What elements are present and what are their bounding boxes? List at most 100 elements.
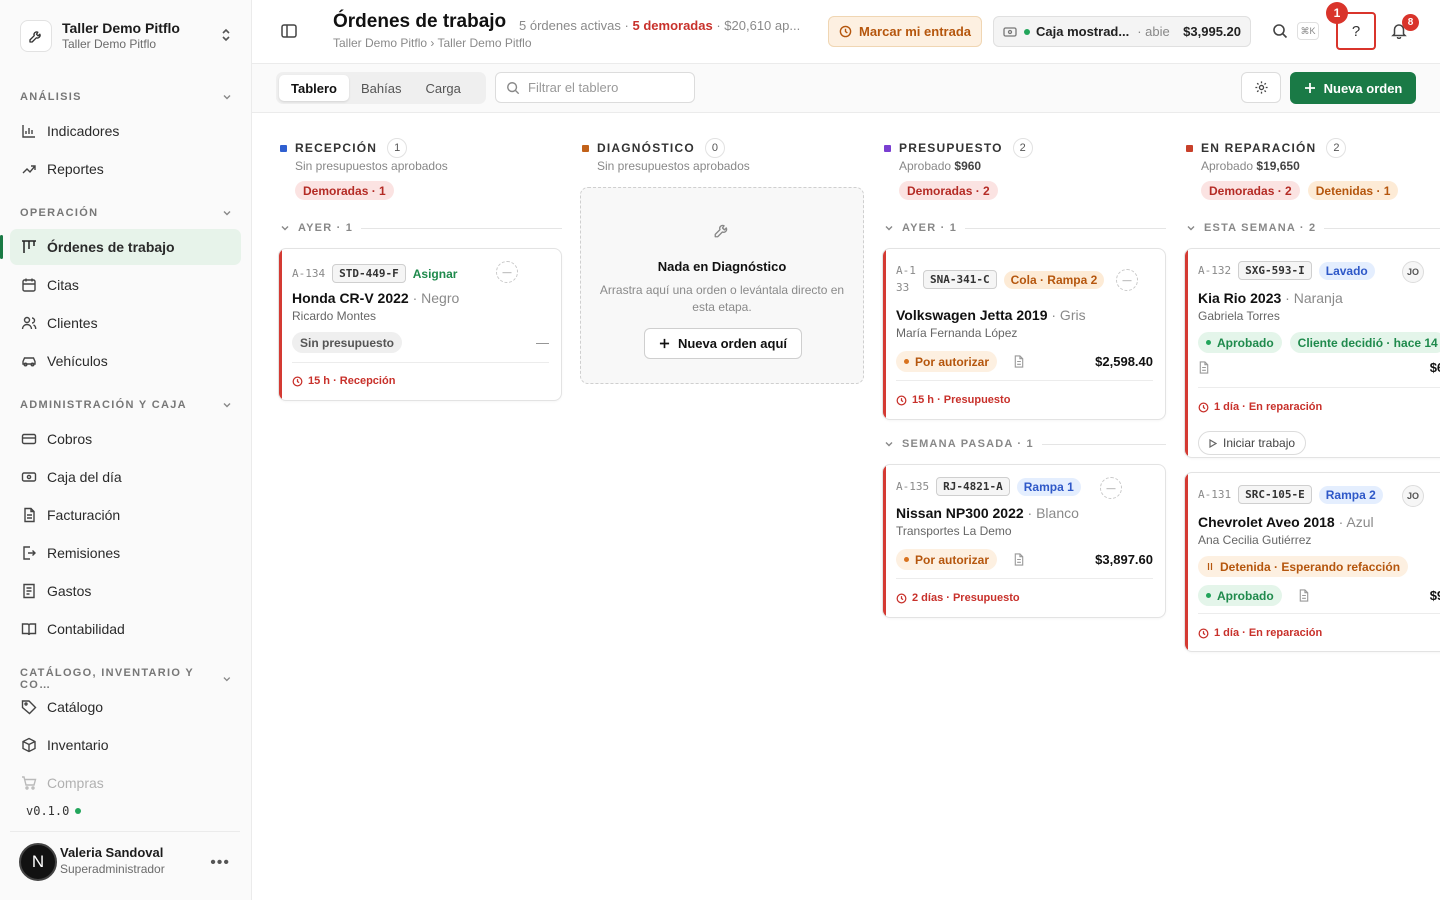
order-card[interactable]: A-132 SXG-593-I Lavado JO Kia Rio 2023 ·… bbox=[1184, 248, 1440, 458]
badge-label: Aprobado bbox=[1217, 588, 1274, 603]
avatar: N bbox=[19, 842, 57, 881]
new-order-button[interactable]: Nueva orden bbox=[1290, 72, 1416, 104]
start-work-button[interactable]: Iniciar trabajo bbox=[1198, 431, 1307, 455]
tab-bahias[interactable]: Bahías bbox=[349, 75, 413, 101]
filter-input[interactable] bbox=[528, 80, 678, 95]
document-icon[interactable] bbox=[1013, 553, 1025, 566]
order-card[interactable]: A-131 SRC-105-E Rampa 2 JO Chevrolet Ave… bbox=[1184, 472, 1440, 652]
badge-label: Por autorizar bbox=[915, 354, 990, 369]
sidebar-item-reportes[interactable]: Reportes bbox=[10, 151, 241, 187]
group-header[interactable]: ESTA SEMANA · 2 bbox=[1186, 222, 1440, 234]
card-top-row: A-134 STD-449-F Asignar bbox=[292, 264, 457, 283]
sidebar-item-compras[interactable]: Compras bbox=[10, 765, 241, 801]
order-card[interactable]: A-133 SNA-341-C Cola · Rampa 2 — Volkswa… bbox=[882, 248, 1166, 420]
group-header[interactable]: SEMANA PASADA · 1 bbox=[884, 438, 1166, 450]
held-pill[interactable]: Detenidas · 1 bbox=[1307, 181, 1399, 200]
open-status-dot bbox=[1024, 28, 1030, 35]
group-label: SEMANA PASADA · 1 bbox=[902, 438, 1034, 450]
register-amount: $3,995.20 bbox=[1183, 24, 1241, 39]
sidebar-item-citas[interactable]: Citas bbox=[10, 267, 241, 303]
column-header: PRESUPUESTO 2 bbox=[884, 138, 1033, 158]
delayed-pill[interactable]: Demoradas · 2 bbox=[1201, 181, 1300, 200]
stage-color-marker bbox=[1186, 144, 1193, 152]
chevron-up-down-icon bbox=[220, 27, 232, 46]
order-card[interactable]: A-134 STD-449-F Asignar — Honda CR-V 202… bbox=[278, 248, 562, 401]
register-status: · abie bbox=[1137, 24, 1170, 39]
sidebar-item-remisiones[interactable]: Remisiones bbox=[10, 535, 241, 571]
cash-register-selector[interactable]: Caja mostrad... · abie $3,995.20 bbox=[993, 16, 1251, 47]
section-catalogo[interactable]: CATÁLOGO, INVENTARIO Y CO… bbox=[20, 667, 232, 691]
delayed-pill[interactable]: Demoradas · 1 bbox=[295, 181, 394, 200]
document-icon[interactable] bbox=[1198, 361, 1210, 374]
delayed-pill[interactable]: Demoradas · 2 bbox=[899, 181, 998, 200]
org-subtitle: Taller Demo Pitflo bbox=[62, 37, 157, 52]
assignee-avatar[interactable]: JO bbox=[1402, 261, 1424, 283]
approved-label: Aprobado bbox=[1201, 159, 1254, 173]
section-administracion[interactable]: ADMINISTRACIÓN Y CAJA bbox=[20, 399, 232, 411]
group-header[interactable]: AYER · 1 bbox=[280, 222, 562, 234]
section-analisis[interactable]: ANÁLISIS bbox=[20, 91, 232, 103]
more-icon[interactable]: ••• bbox=[210, 854, 230, 872]
assignee-placeholder-icon[interactable]: — bbox=[496, 261, 518, 283]
chevron-down-icon bbox=[223, 677, 231, 682]
vehicle-color: · Azul bbox=[1338, 514, 1374, 530]
empty-dropzone[interactable]: Nada en Diagnóstico Arrastra aquí una or… bbox=[580, 187, 864, 384]
document-icon[interactable] bbox=[1298, 589, 1310, 602]
column-subtitle: Aprobado $960 bbox=[899, 159, 981, 173]
notification-badge: 8 bbox=[1402, 14, 1419, 31]
column-count: 1 bbox=[387, 138, 408, 158]
vehicle-model: Nissan NP300 2022 bbox=[896, 505, 1024, 521]
section-title: ANÁLISIS bbox=[20, 91, 82, 103]
sidebar-item-vehiculos[interactable]: Vehículos bbox=[10, 343, 241, 379]
kanban-icon bbox=[20, 238, 38, 256]
sidebar-item-inventario[interactable]: Inventario bbox=[10, 727, 241, 763]
sidebar-item-catalogo[interactable]: Catálogo bbox=[10, 689, 241, 725]
page-header: Órdenes de trabajo 5 órdenes activas · 5… bbox=[252, 0, 1440, 64]
divider bbox=[896, 380, 1153, 381]
sidebar-item-clientes[interactable]: Clientes bbox=[10, 305, 241, 341]
approved-amount: $19,650 bbox=[1256, 159, 1300, 173]
wrench-icon bbox=[714, 224, 728, 238]
assignee-placeholder-icon[interactable]: — bbox=[1100, 477, 1122, 499]
board-filter[interactable] bbox=[495, 72, 695, 103]
column-subtitle: Sin presupuestos aprobados bbox=[295, 159, 448, 173]
user-menu[interactable]: N Valeria Sandoval Superadministrador ••… bbox=[10, 831, 240, 891]
order-code: A-133 bbox=[896, 264, 916, 294]
empty-title: Nada en Diagnóstico bbox=[657, 259, 787, 274]
version-text: v0.1.0 bbox=[26, 804, 70, 818]
clock-icon bbox=[292, 376, 303, 386]
sidebar-item-ordenes[interactable]: Órdenes de trabajo bbox=[0, 229, 241, 265]
card-top-row: A-131 SRC-105-E Rampa 2 bbox=[1198, 485, 1383, 504]
board-settings-button[interactable] bbox=[1241, 72, 1281, 103]
status-dot bbox=[1206, 340, 1211, 345]
vehicle-name: Volkswagen Jetta 2019 · Gris bbox=[896, 307, 1086, 323]
org-switcher[interactable]: Taller Demo Pitflo Taller Demo Pitflo bbox=[10, 10, 242, 62]
sidebar-item-cobros[interactable]: Cobros bbox=[10, 421, 241, 457]
clock-icon bbox=[1198, 402, 1209, 412]
document-icon[interactable] bbox=[1013, 355, 1025, 368]
search-icon[interactable] bbox=[1272, 23, 1288, 42]
sidebar-item-facturacion[interactable]: Facturación bbox=[10, 497, 241, 533]
vehicle-model: Volkswagen Jetta 2019 bbox=[896, 307, 1048, 323]
assignee-placeholder-icon[interactable]: — bbox=[1116, 269, 1138, 291]
tab-carga[interactable]: Carga bbox=[413, 75, 472, 101]
section-operacion[interactable]: OPERACIÓN bbox=[20, 207, 232, 219]
sidebar-toggle-icon[interactable] bbox=[280, 22, 298, 43]
separator: · bbox=[716, 18, 721, 33]
sidebar-item-caja[interactable]: Caja del día bbox=[10, 459, 241, 495]
pill-count: · 1 bbox=[371, 183, 386, 198]
sidebar-item-contabilidad[interactable]: Contabilidad bbox=[10, 611, 241, 647]
order-card[interactable]: A-135 RJ-4821-A Rampa 1 — Nissan NP300 2… bbox=[882, 464, 1166, 618]
new-order-here-button[interactable]: Nueva orden aquí bbox=[644, 328, 802, 359]
tab-tablero[interactable]: Tablero bbox=[279, 75, 349, 101]
check-in-button[interactable]: Marcar mi entrada bbox=[828, 16, 982, 47]
sidebar-item-label: Caja del día bbox=[47, 469, 122, 485]
assignee-avatar[interactable]: JO bbox=[1402, 485, 1424, 507]
column-subtitle: Sin presupuestos aprobados bbox=[597, 159, 750, 173]
assign-link[interactable]: Asignar bbox=[413, 265, 458, 283]
cart-icon bbox=[20, 774, 38, 792]
sidebar-item-gastos[interactable]: Gastos bbox=[10, 573, 241, 609]
sidebar-item-label: Facturación bbox=[47, 507, 121, 523]
sidebar-item-indicadores[interactable]: Indicadores bbox=[10, 113, 241, 149]
group-header[interactable]: AYER · 1 bbox=[884, 222, 1166, 234]
